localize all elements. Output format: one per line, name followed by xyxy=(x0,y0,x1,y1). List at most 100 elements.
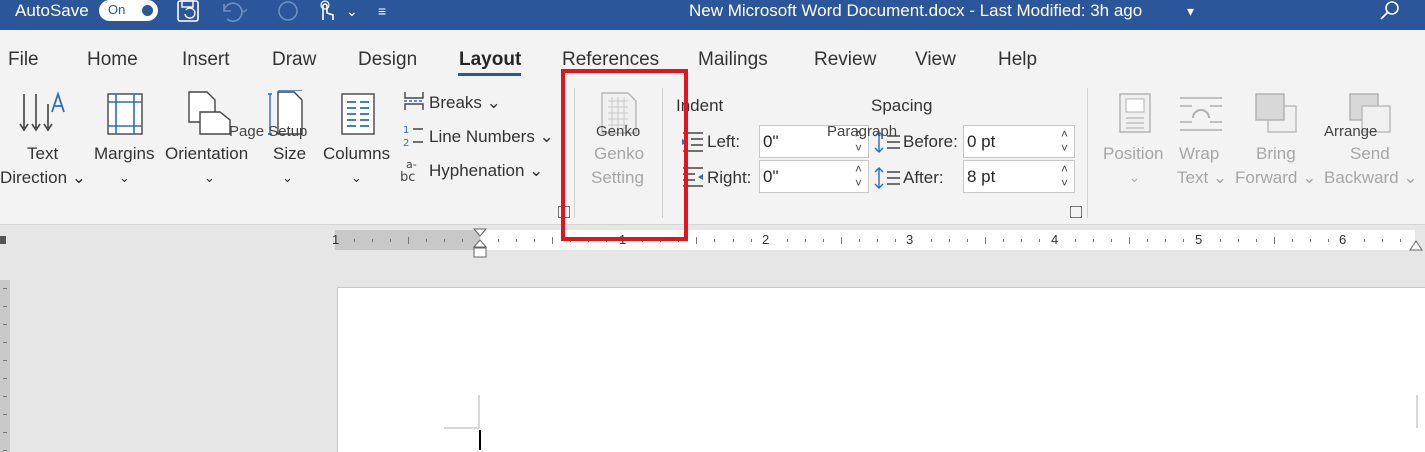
tab-layout[interactable]: Layout xyxy=(459,48,521,72)
send-backward-button-line2[interactable]: Backward ⌄ xyxy=(1324,166,1418,190)
ruler-tick xyxy=(1075,239,1076,242)
margins-icon xyxy=(106,92,146,141)
position-button[interactable]: Position xyxy=(1103,142,1163,166)
breaks-button[interactable]: Breaks ⌄ xyxy=(429,91,501,115)
first-line-indent-marker-icon[interactable] xyxy=(472,228,488,265)
ruler-tick xyxy=(372,239,373,242)
ruler-tick xyxy=(444,239,445,242)
tab-home[interactable]: Home xyxy=(87,48,138,72)
vertical-ruler-tick xyxy=(3,306,7,307)
customize-quick-access-icon[interactable]: ≡ xyxy=(378,0,386,22)
orientation-dropdown-icon[interactable]: ⌄ xyxy=(204,166,215,190)
tab-review[interactable]: Review xyxy=(814,48,876,72)
spacing-after-value: 8 pt xyxy=(967,167,996,186)
orientation-icon xyxy=(186,90,232,141)
tab-selector-icon[interactable] xyxy=(0,236,6,244)
spacing-before-spinner[interactable]: ˄ ˅ xyxy=(1061,127,1068,155)
ruler-tick xyxy=(733,239,734,242)
quick-access-more-icon[interactable]: ⌄ xyxy=(346,0,358,22)
spacing-before-value: 0 pt xyxy=(967,132,996,151)
indent-right-input[interactable]: 0" ˄ ˅ xyxy=(759,160,869,193)
spacing-before-label: Before: xyxy=(903,132,958,151)
ruler-tick xyxy=(859,239,860,242)
paragraph-launcher-icon[interactable] xyxy=(1070,206,1082,218)
paragraph-group-label: Paragraph xyxy=(827,123,898,140)
tab-design[interactable]: Design xyxy=(358,48,417,72)
wrap-text-button-line2[interactable]: Text ⌄ xyxy=(1177,166,1227,190)
redo-icon[interactable] xyxy=(274,0,302,29)
ruler-tick xyxy=(1147,239,1148,242)
ruler-tick xyxy=(967,239,968,242)
ruler-tick xyxy=(1111,239,1112,242)
ruler-tick xyxy=(1364,239,1365,242)
hyphenation-button[interactable]: Hyphenation ⌄ xyxy=(429,159,543,183)
ruler-tick xyxy=(1400,239,1401,242)
document-title[interactable]: New Microsoft Word Document.docx - Last … xyxy=(689,0,1142,22)
touch-mode-icon[interactable] xyxy=(313,0,339,29)
ruler-tick xyxy=(1039,239,1040,242)
toggle-knob xyxy=(142,5,153,16)
position-icon xyxy=(1118,92,1152,139)
svg-text:bc: bc xyxy=(400,170,415,184)
tab-insert[interactable]: Insert xyxy=(182,48,230,72)
tab-file[interactable]: File xyxy=(8,48,39,72)
size-dropdown-icon[interactable]: ⌄ xyxy=(282,166,293,190)
ruler-tick xyxy=(408,237,409,244)
vertical-ruler-tick xyxy=(3,360,7,361)
breaks-icon xyxy=(403,90,425,117)
vertical-ruler-tick xyxy=(3,414,7,415)
ruler-number: 4 xyxy=(1051,232,1059,247)
title-chevron-icon[interactable]: ▾ xyxy=(1187,0,1194,22)
vertical-ruler-tick xyxy=(3,324,7,325)
line-numbers-button[interactable]: Line Numbers ⌄ xyxy=(429,125,554,149)
ruler-tick xyxy=(714,239,715,242)
autosave-toggle[interactable]: On xyxy=(99,0,158,21)
vertical-ruler-tick xyxy=(3,450,7,451)
ruler-tick xyxy=(462,239,463,242)
ruler-tick xyxy=(516,239,517,242)
indent-right-spinner[interactable]: ˄ ˅ xyxy=(855,162,862,190)
ruler-number: 5 xyxy=(1195,232,1203,247)
ruler-tick xyxy=(498,239,499,242)
bring-forward-button-line2[interactable]: Forward ⌄ xyxy=(1235,166,1316,190)
ruler-tick xyxy=(1220,239,1221,242)
tab-help[interactable]: Help xyxy=(998,48,1037,72)
ruler-tick xyxy=(1256,239,1257,242)
wrap-text-button[interactable]: Wrap xyxy=(1179,142,1219,166)
line-numbers-icon: 12 xyxy=(403,123,425,154)
spacing-title: Spacing xyxy=(871,96,933,115)
text-boundary-corner-right-icon xyxy=(1415,395,1423,440)
undo-icon[interactable] xyxy=(218,0,248,29)
bring-forward-button[interactable]: Bring xyxy=(1256,142,1296,166)
spacing-after-spinner[interactable]: ˄ ˅ xyxy=(1061,162,1068,190)
text-direction-button-line2[interactable]: Direction ⌄ xyxy=(0,166,86,190)
vertical-ruler-tick xyxy=(3,288,7,289)
tab-mailings[interactable]: Mailings xyxy=(698,48,768,72)
ruler-number: 2 xyxy=(762,232,770,247)
hyphenation-icon: a-bc xyxy=(400,158,426,189)
svg-text:2: 2 xyxy=(403,138,409,149)
columns-button[interactable]: Columns xyxy=(323,142,390,166)
orientation-button[interactable]: Orientation xyxy=(165,142,248,166)
spacing-after-input[interactable]: 8 pt ˄ ˅ xyxy=(963,160,1075,193)
size-button[interactable]: Size xyxy=(273,142,306,166)
ruler-tick xyxy=(1274,237,1275,244)
text-direction-button[interactable]: Text xyxy=(27,142,58,166)
margins-button[interactable]: Margins xyxy=(94,142,154,166)
ruler-number: 1 xyxy=(332,232,340,247)
svg-text:1: 1 xyxy=(403,125,409,136)
send-backward-button[interactable]: Send xyxy=(1350,142,1390,166)
search-icon[interactable] xyxy=(1378,0,1402,29)
margins-dropdown-icon[interactable]: ⌄ xyxy=(119,166,130,190)
tab-view[interactable]: View xyxy=(915,48,956,72)
ruler-tick xyxy=(1003,239,1004,242)
spacing-before-input[interactable]: 0 pt ˄ ˅ xyxy=(963,125,1075,158)
ruler-tick xyxy=(895,239,896,242)
right-indent-marker-icon[interactable] xyxy=(1409,238,1423,257)
save-icon[interactable] xyxy=(176,0,202,29)
columns-dropdown-icon[interactable]: ⌄ xyxy=(351,166,362,190)
document-page[interactable] xyxy=(337,287,1425,452)
position-dropdown-icon[interactable]: ⌄ xyxy=(1129,166,1140,190)
ruler-tick xyxy=(1183,239,1184,242)
tab-draw[interactable]: Draw xyxy=(272,48,316,72)
